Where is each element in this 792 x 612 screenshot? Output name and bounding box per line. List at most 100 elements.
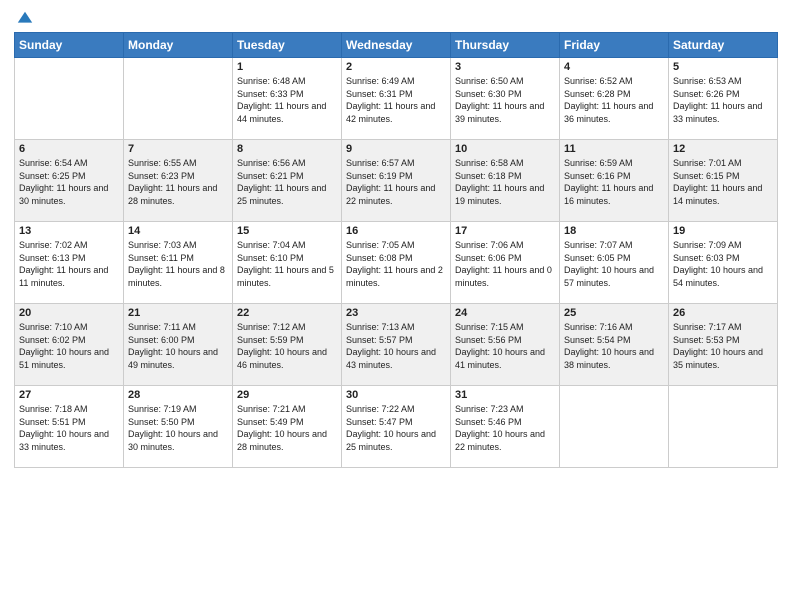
calendar-cell: 23 Sunrise: 7:13 AM Sunset: 5:57 PM Dayli… xyxy=(342,304,451,386)
calendar-cell: 16 Sunrise: 7:05 AM Sunset: 6:08 PM Dayli… xyxy=(342,222,451,304)
day-info: Sunrise: 6:54 AM Sunset: 6:25 PM Dayligh… xyxy=(19,157,119,207)
day-info: Sunrise: 7:23 AM Sunset: 5:46 PM Dayligh… xyxy=(455,403,555,453)
header-saturday: Saturday xyxy=(669,33,778,58)
day-info: Sunrise: 7:09 AM Sunset: 6:03 PM Dayligh… xyxy=(673,239,773,289)
day-number: 2 xyxy=(346,61,446,73)
header-friday: Friday xyxy=(560,33,669,58)
header-monday: Monday xyxy=(124,33,233,58)
day-number: 25 xyxy=(564,307,664,319)
week-row-1: 1 Sunrise: 6:48 AM Sunset: 6:33 PM Daylig… xyxy=(15,58,778,140)
day-info: Sunrise: 6:52 AM Sunset: 6:28 PM Dayligh… xyxy=(564,75,664,125)
day-number: 20 xyxy=(19,307,119,319)
day-number: 8 xyxy=(237,143,337,155)
day-number: 5 xyxy=(673,61,773,73)
day-info: Sunrise: 7:03 AM Sunset: 6:11 PM Dayligh… xyxy=(128,239,228,289)
week-row-3: 13 Sunrise: 7:02 AM Sunset: 6:13 PM Dayli… xyxy=(15,222,778,304)
calendar-cell: 22Sunrise: 7:12 AM Sunset: 5:59 PM Dayli… xyxy=(233,304,342,386)
day-number: 6 xyxy=(19,143,119,155)
day-info: Sunrise: 7:18 AM Sunset: 5:51 PM Dayligh… xyxy=(19,403,119,453)
calendar-cell: 27Sunrise: 7:18 AM Sunset: 5:51 PM Dayli… xyxy=(15,386,124,468)
calendar-cell xyxy=(15,58,124,140)
day-number: 4 xyxy=(564,61,664,73)
day-info: Sunrise: 6:57 AM Sunset: 6:19 PM Dayligh… xyxy=(346,157,446,207)
calendar-cell: 6 Sunrise: 6:54 AM Sunset: 6:25 PM Daylig… xyxy=(15,140,124,222)
calendar-cell: 25 Sunrise: 7:16 AM Sunset: 5:54 PM Dayli… xyxy=(560,304,669,386)
day-info: Sunrise: 7:02 AM Sunset: 6:13 PM Dayligh… xyxy=(19,239,119,289)
calendar-cell: 15 Sunrise: 7:04 AM Sunset: 6:10 PM Dayli… xyxy=(233,222,342,304)
day-info: Sunrise: 7:17 AM Sunset: 5:53 PM Dayligh… xyxy=(673,321,773,371)
calendar-cell: 30Sunrise: 7:22 AM Sunset: 5:47 PM Dayli… xyxy=(342,386,451,468)
calendar-cell: 1 Sunrise: 6:48 AM Sunset: 6:33 PM Daylig… xyxy=(233,58,342,140)
day-number: 1 xyxy=(237,61,337,73)
calendar-cell: 14 Sunrise: 7:03 AM Sunset: 6:11 PM Dayli… xyxy=(124,222,233,304)
day-info: Sunrise: 7:15 AM Sunset: 5:56 PM Dayligh… xyxy=(455,321,555,371)
calendar-cell: 29 Sunrise: 7:21 AM Sunset: 5:49 PM Dayli… xyxy=(233,386,342,468)
header xyxy=(14,10,778,24)
day-number: 10 xyxy=(455,143,555,155)
day-info: Sunrise: 7:04 AM Sunset: 6:10 PM Dayligh… xyxy=(237,239,337,289)
calendar-cell: 19 Sunrise: 7:09 AM Sunset: 6:03 PM Dayli… xyxy=(669,222,778,304)
day-info: Sunrise: 6:50 AM Sunset: 6:30 PM Dayligh… xyxy=(455,75,555,125)
week-row-4: 20 Sunrise: 7:10 AM Sunset: 6:02 PM Dayli… xyxy=(15,304,778,386)
day-number: 17 xyxy=(455,225,555,237)
day-number: 16 xyxy=(346,225,446,237)
day-info: Sunrise: 6:48 AM Sunset: 6:33 PM Dayligh… xyxy=(237,75,337,125)
day-number: 19 xyxy=(673,225,773,237)
day-info: Sunrise: 7:10 AM Sunset: 6:02 PM Dayligh… xyxy=(19,321,119,371)
day-number: 14 xyxy=(128,225,228,237)
day-info: Sunrise: 7:19 AM Sunset: 5:50 PM Dayligh… xyxy=(128,403,228,453)
logo xyxy=(14,10,34,24)
day-info: Sunrise: 6:55 AM Sunset: 6:23 PM Dayligh… xyxy=(128,157,228,207)
header-tuesday: Tuesday xyxy=(233,33,342,58)
week-row-2: 6 Sunrise: 6:54 AM Sunset: 6:25 PM Daylig… xyxy=(15,140,778,222)
calendar-cell: 8Sunrise: 6:56 AM Sunset: 6:21 PM Daylig… xyxy=(233,140,342,222)
day-number: 11 xyxy=(564,143,664,155)
week-row-5: 27Sunrise: 7:18 AM Sunset: 5:51 PM Dayli… xyxy=(15,386,778,468)
day-info: Sunrise: 7:06 AM Sunset: 6:06 PM Dayligh… xyxy=(455,239,555,289)
day-info: Sunrise: 7:21 AM Sunset: 5:49 PM Dayligh… xyxy=(237,403,337,453)
calendar-cell: 12Sunrise: 7:01 AM Sunset: 6:15 PM Dayli… xyxy=(669,140,778,222)
calendar-cell xyxy=(560,386,669,468)
day-number: 3 xyxy=(455,61,555,73)
calendar-cell: 21 Sunrise: 7:11 AM Sunset: 6:00 PM Dayli… xyxy=(124,304,233,386)
day-number: 21 xyxy=(128,307,228,319)
day-number: 22 xyxy=(237,307,337,319)
day-number: 18 xyxy=(564,225,664,237)
day-info: Sunrise: 7:22 AM Sunset: 5:47 PM Dayligh… xyxy=(346,403,446,453)
day-number: 31 xyxy=(455,389,555,401)
calendar-table: SundayMondayTuesdayWednesdayThursdayFrid… xyxy=(14,32,778,468)
day-info: Sunrise: 6:49 AM Sunset: 6:31 PM Dayligh… xyxy=(346,75,446,125)
header-thursday: Thursday xyxy=(451,33,560,58)
day-info: Sunrise: 7:07 AM Sunset: 6:05 PM Dayligh… xyxy=(564,239,664,289)
calendar-cell: 17 Sunrise: 7:06 AM Sunset: 6:06 PM Dayli… xyxy=(451,222,560,304)
logo-icon xyxy=(16,10,34,28)
logo-text xyxy=(14,10,34,28)
calendar-cell: 26 Sunrise: 7:17 AM Sunset: 5:53 PM Dayli… xyxy=(669,304,778,386)
calendar-header-row: SundayMondayTuesdayWednesdayThursdayFrid… xyxy=(15,33,778,58)
day-number: 15 xyxy=(237,225,337,237)
calendar-cell: 18 Sunrise: 7:07 AM Sunset: 6:05 PM Dayli… xyxy=(560,222,669,304)
day-number: 26 xyxy=(673,307,773,319)
day-number: 9 xyxy=(346,143,446,155)
day-number: 24 xyxy=(455,307,555,319)
calendar-cell xyxy=(669,386,778,468)
day-info: Sunrise: 7:11 AM Sunset: 6:00 PM Dayligh… xyxy=(128,321,228,371)
day-number: 23 xyxy=(346,307,446,319)
day-info: Sunrise: 7:13 AM Sunset: 5:57 PM Dayligh… xyxy=(346,321,446,371)
day-number: 12 xyxy=(673,143,773,155)
day-number: 29 xyxy=(237,389,337,401)
calendar-cell xyxy=(124,58,233,140)
day-info: Sunrise: 7:05 AM Sunset: 6:08 PM Dayligh… xyxy=(346,239,446,289)
header-wednesday: Wednesday xyxy=(342,33,451,58)
calendar-cell: 13 Sunrise: 7:02 AM Sunset: 6:13 PM Dayli… xyxy=(15,222,124,304)
calendar-cell: 10Sunrise: 6:58 AM Sunset: 6:18 PM Dayli… xyxy=(451,140,560,222)
day-info: Sunrise: 7:16 AM Sunset: 5:54 PM Dayligh… xyxy=(564,321,664,371)
day-number: 28 xyxy=(128,389,228,401)
calendar-cell: 31 Sunrise: 7:23 AM Sunset: 5:46 PM Dayli… xyxy=(451,386,560,468)
calendar-cell: 2 Sunrise: 6:49 AM Sunset: 6:31 PM Daylig… xyxy=(342,58,451,140)
day-info: Sunrise: 6:59 AM Sunset: 6:16 PM Dayligh… xyxy=(564,157,664,207)
calendar-cell: 3 Sunrise: 6:50 AM Sunset: 6:30 PM Daylig… xyxy=(451,58,560,140)
calendar-cell: 7Sunrise: 6:55 AM Sunset: 6:23 PM Daylig… xyxy=(124,140,233,222)
day-info: Sunrise: 6:53 AM Sunset: 6:26 PM Dayligh… xyxy=(673,75,773,125)
day-number: 13 xyxy=(19,225,119,237)
